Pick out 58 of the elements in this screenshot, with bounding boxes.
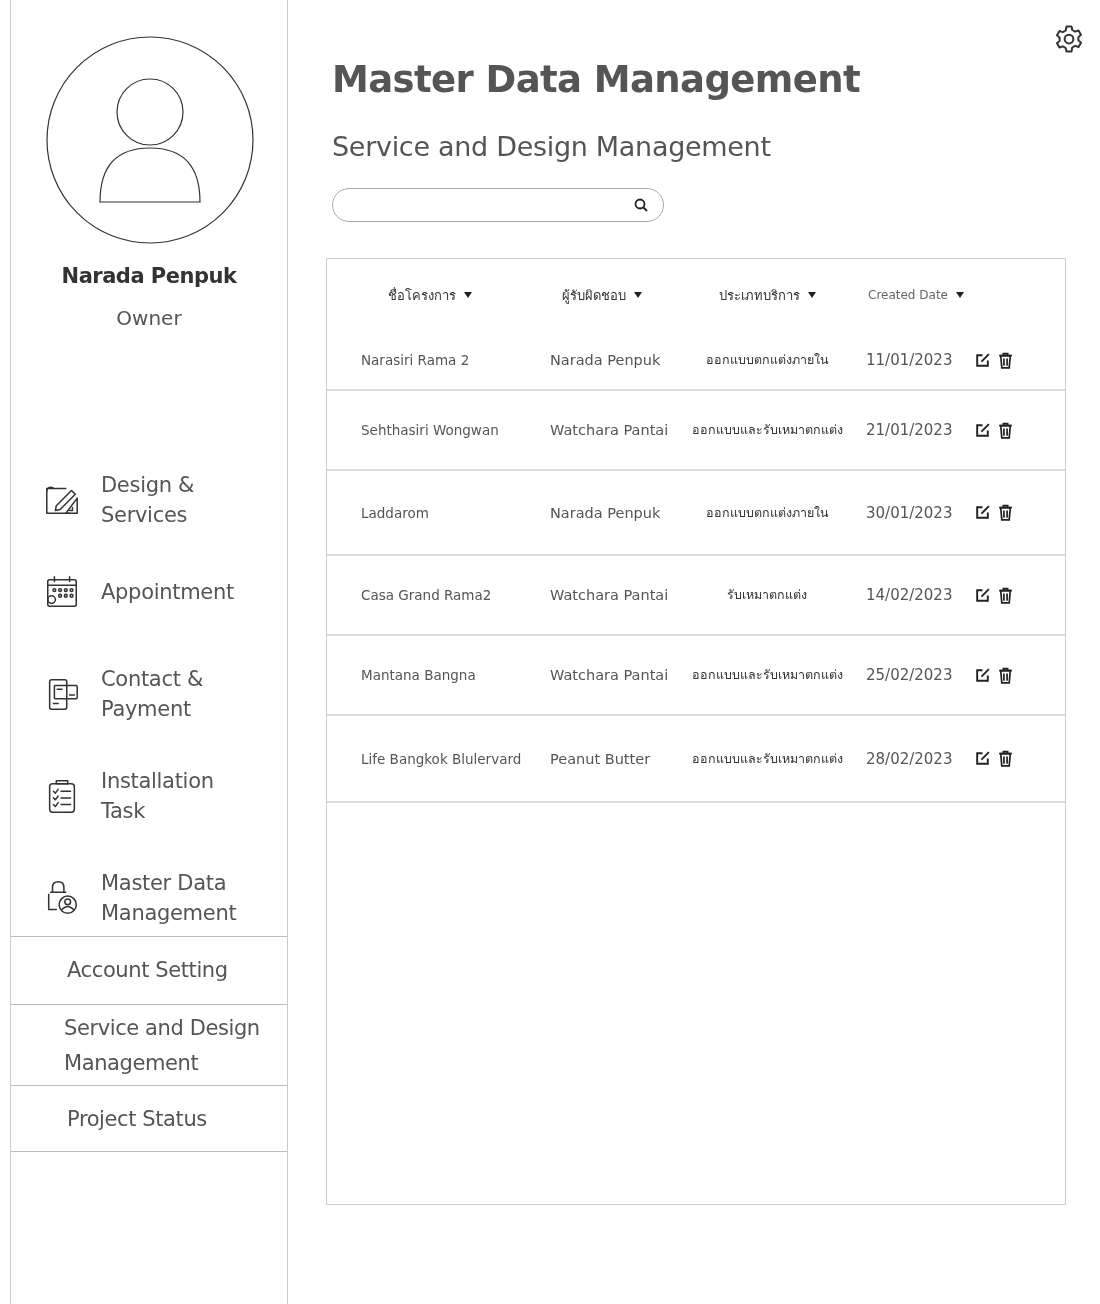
table-cell-text: Peanut Butter <box>549 750 652 767</box>
table-cell-text: 30/01/2023 <box>865 503 954 522</box>
edit-icon[interactable] <box>974 666 991 684</box>
page-title: Master Data Management <box>332 58 862 101</box>
user-name: Narada Penpuk <box>60 264 238 288</box>
table-cell-text: Narasiri Rama 2 <box>360 352 471 368</box>
column-header[interactable]: ผู้รับผิดชอบ <box>532 284 672 306</box>
nav-item[interactable]: Installation Task <box>11 766 287 826</box>
trash-icon[interactable] <box>997 666 1014 684</box>
table-cell-text: รับเหมาตกแต่ง <box>726 586 808 604</box>
table-cell-text: ออกแบบตกแต่งภายใน <box>704 351 830 369</box>
table-cell-text: Watchara Pantai <box>549 422 670 438</box>
edit-icon[interactable] <box>974 351 991 369</box>
caret-icon <box>634 292 642 298</box>
table-cell-text: Narada Penpuk <box>549 352 662 368</box>
search-icon[interactable] <box>633 197 649 213</box>
table-cell-text: Watchara Pantai <box>549 587 670 603</box>
table-cell-text: ออกแบบและรับเหมาตกแต่ง <box>690 749 844 768</box>
nav-item[interactable]: Contact & Payment <box>11 664 287 724</box>
table-cell-text: 11/01/2023 <box>865 351 954 369</box>
table-cell-text: ออกแบบและรับเหมาตกแต่ง <box>690 666 844 684</box>
trash-icon[interactable] <box>997 351 1014 369</box>
column-header[interactable]: ชื่อโครงการ <box>327 284 532 306</box>
table-cell-text: Narada Penpuk <box>549 504 662 521</box>
table-cell-text: ออกแบบและรับเหมาตกแต่ง <box>690 421 844 439</box>
table-cell-text: Watchara Pantai <box>549 667 670 683</box>
nav-item[interactable]: Master Data Management <box>11 868 287 928</box>
submenu-item[interactable]: Service and Design Management <box>11 1004 287 1085</box>
table-cell-text: ออกแบบตกแต่งภายใน <box>704 503 830 522</box>
page-subtitle: Service and Design Management <box>332 131 772 162</box>
caret-icon <box>956 292 964 298</box>
column-header[interactable]: Created Date <box>862 288 970 302</box>
trash-icon[interactable] <box>997 586 1014 604</box>
table-cell-text: Life Bangkok Blulervard <box>360 750 523 767</box>
caret-icon <box>463 292 472 298</box>
table-cell-text: 28/02/2023 <box>865 749 954 768</box>
trash-icon[interactable] <box>997 421 1014 439</box>
table-cell-text: Laddarom <box>360 504 430 521</box>
edit-icon[interactable] <box>974 421 991 439</box>
trash-icon[interactable] <box>997 504 1014 521</box>
trash-icon[interactable] <box>997 750 1014 767</box>
edit-icon[interactable] <box>974 750 991 767</box>
user-role: Owner <box>115 306 183 330</box>
table-cell-text: 25/02/2023 <box>865 666 954 684</box>
nav-item[interactable]: Appointment <box>11 572 287 612</box>
submenu-item[interactable]: Account Setting <box>11 936 287 1004</box>
column-header[interactable]: ประเภทบริการ <box>672 284 862 306</box>
table-cell-text: Casa Grand Rama2 <box>360 587 493 603</box>
edit-icon[interactable] <box>974 586 991 604</box>
edit-icon[interactable] <box>974 504 991 521</box>
caret-icon <box>807 292 816 298</box>
table-cell-text: 21/01/2023 <box>865 421 954 439</box>
nav-item[interactable]: Design & Services <box>11 470 287 530</box>
table-cell-text: Sehthasiri Wongwan <box>360 422 500 438</box>
submenu-item[interactable]: Project Status <box>11 1085 287 1151</box>
table-cell-text: Mantana Bangna <box>360 667 477 683</box>
table-cell-text: 14/02/2023 <box>865 586 954 604</box>
settings-icon[interactable] <box>1054 24 1084 54</box>
